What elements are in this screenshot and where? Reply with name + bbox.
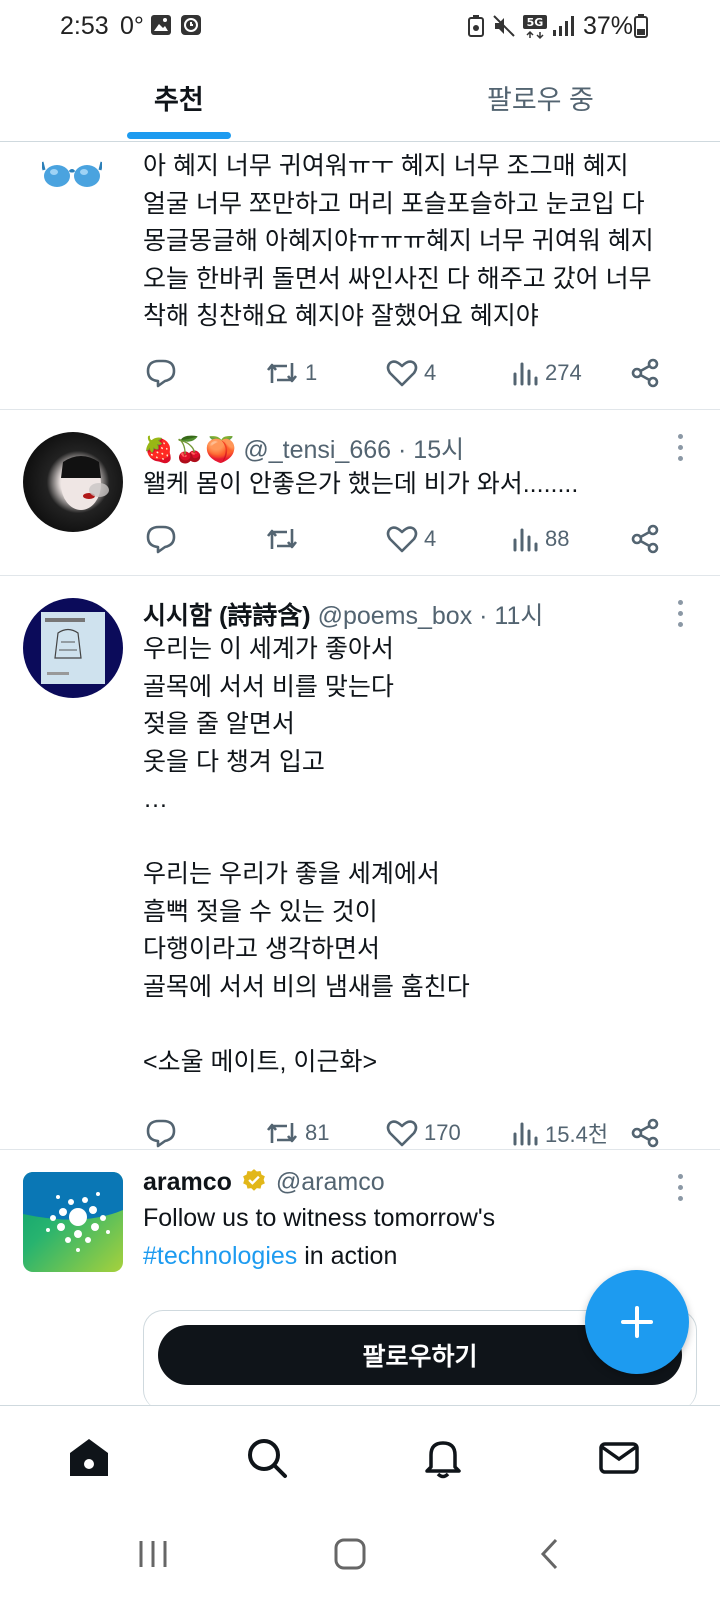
retweet-button[interactable]: 1 bbox=[265, 353, 317, 393]
retweet-count: 1 bbox=[305, 360, 318, 385]
home-icon[interactable] bbox=[67, 1436, 111, 1480]
avatar[interactable] bbox=[23, 432, 123, 532]
like-icon bbox=[386, 360, 418, 387]
recent-apps-icon[interactable] bbox=[135, 1537, 171, 1571]
user-handle[interactable]: @_tensi_666 bbox=[243, 436, 391, 464]
reply-button[interactable] bbox=[145, 519, 177, 559]
user-handle[interactable]: @poems_box bbox=[318, 602, 473, 630]
system-navigation bbox=[0, 1515, 720, 1600]
reply-icon bbox=[146, 525, 176, 554]
reply-icon bbox=[146, 1119, 176, 1148]
back-icon[interactable] bbox=[532, 1537, 568, 1571]
retweet-icon bbox=[266, 363, 298, 383]
like-icon bbox=[386, 526, 418, 553]
notifications-icon[interactable] bbox=[421, 1436, 465, 1480]
share-icon bbox=[631, 524, 659, 554]
views-icon bbox=[513, 528, 538, 552]
tweet-text: 왤케 몸이 안좋은가 했는데 비가 와서........ bbox=[143, 470, 579, 498]
share-button[interactable] bbox=[630, 1113, 660, 1153]
gallery-icon bbox=[151, 15, 171, 35]
views-icon bbox=[513, 1122, 538, 1146]
timeline-tabs: 추천 팔로우 중 bbox=[0, 52, 720, 142]
retweet-button[interactable]: 81 bbox=[265, 1113, 329, 1153]
tweet-actions: 4 88 bbox=[0, 519, 720, 559]
tab-recommended[interactable]: 추천 bbox=[154, 78, 204, 117]
views-icon bbox=[513, 362, 538, 386]
tweet-text-part: Follow us to witness tomorrow's bbox=[143, 1204, 496, 1232]
aramco-logo bbox=[23, 1172, 123, 1252]
avatar[interactable] bbox=[23, 598, 123, 698]
status-bar: 2:53 0° 5G 37% bbox=[0, 0, 720, 52]
like-button[interactable]: 4 bbox=[386, 519, 436, 559]
plus-icon bbox=[621, 1306, 653, 1338]
user-name[interactable]: 시시함 (詩詩含) bbox=[143, 602, 311, 630]
5g-icon: 5G bbox=[523, 15, 547, 40]
like-count: 170 bbox=[424, 1120, 461, 1145]
bottom-navigation bbox=[0, 1405, 720, 1515]
clock-app-icon bbox=[181, 15, 201, 35]
avatar-portrait bbox=[61, 456, 109, 510]
tweet-actions: 81 170 15.4천 bbox=[0, 1113, 720, 1153]
like-button[interactable]: 4 bbox=[386, 353, 436, 393]
user-name[interactable]: 🍓🍒🍑 bbox=[143, 436, 236, 464]
views-count: 15.4천 bbox=[545, 1122, 609, 1147]
home-system-icon[interactable] bbox=[332, 1537, 368, 1571]
reply-icon bbox=[146, 359, 176, 388]
svg-text:5G: 5G bbox=[527, 16, 544, 29]
retweet-button[interactable] bbox=[265, 519, 305, 559]
views-count: 274 bbox=[545, 360, 582, 385]
views-button[interactable]: 88 bbox=[511, 519, 569, 559]
like-count: 4 bbox=[424, 360, 437, 385]
recycle-icon bbox=[468, 15, 484, 37]
sunglasses-avatar-icon bbox=[42, 161, 102, 187]
share-button[interactable] bbox=[630, 519, 660, 559]
reply-button[interactable] bbox=[145, 353, 177, 393]
tweet-card[interactable]: 시시함 (詩詩含) @poems_box · 11시 우리는 이 세계가 좋아서… bbox=[0, 576, 720, 1150]
compose-button[interactable] bbox=[585, 1270, 689, 1374]
tweet-time[interactable]: · 15시 bbox=[398, 436, 464, 464]
like-count: 4 bbox=[424, 526, 437, 551]
like-button[interactable]: 170 bbox=[386, 1113, 461, 1153]
tweet-text-part: in action bbox=[297, 1241, 398, 1270]
user-handle[interactable]: @aramco bbox=[276, 1168, 385, 1196]
share-icon bbox=[631, 1118, 659, 1148]
more-options-icon[interactable] bbox=[678, 600, 684, 633]
hashtag-link[interactable]: #technologies bbox=[143, 1242, 297, 1270]
tweet-time[interactable]: · 11시 bbox=[479, 602, 543, 630]
more-options-icon[interactable] bbox=[678, 1174, 684, 1207]
reply-button[interactable] bbox=[145, 1113, 177, 1153]
retweet-count: 81 bbox=[305, 1120, 330, 1145]
battery-icon bbox=[634, 14, 648, 38]
retweet-icon bbox=[266, 529, 298, 549]
mute-icon bbox=[493, 15, 515, 37]
share-icon bbox=[631, 358, 659, 388]
tab-following[interactable]: 팔로우 중 bbox=[487, 78, 594, 117]
more-options-icon[interactable] bbox=[678, 434, 684, 467]
share-button[interactable] bbox=[630, 353, 660, 393]
battery-percent: 37% bbox=[583, 12, 634, 40]
retweet-icon bbox=[266, 1123, 298, 1143]
messages-icon[interactable] bbox=[597, 1436, 641, 1480]
signal-icon bbox=[553, 16, 574, 36]
tweet-text: Follow us to witness tomorrow's #technol… bbox=[143, 1200, 495, 1275]
views-button[interactable]: 15.4천 bbox=[511, 1113, 608, 1153]
verified-badge-icon bbox=[243, 1169, 265, 1191]
active-tab-indicator bbox=[127, 132, 231, 139]
status-time: 2:53 bbox=[60, 12, 109, 40]
views-count: 88 bbox=[545, 526, 570, 551]
tweet-text: 우리는 이 세계가 좋아서 골목에 서서 비를 맞는다 젖을 줄 알면서 옷을 … bbox=[143, 635, 470, 1076]
views-button[interactable]: 274 bbox=[511, 353, 582, 393]
book-cover-avatar bbox=[41, 612, 105, 684]
search-icon[interactable] bbox=[245, 1436, 289, 1480]
user-name[interactable]: aramco bbox=[143, 1168, 232, 1196]
avatar[interactable] bbox=[23, 1172, 123, 1272]
tweet-actions: 1 4 274 bbox=[0, 353, 720, 393]
tweet-text: 아 혜지 너무 귀여워ㅠㅜ 혜지 너무 조그매 혜지 얼굴 너무 쪼만하고 머리… bbox=[143, 152, 654, 330]
like-icon bbox=[386, 1120, 418, 1147]
status-temperature: 0° bbox=[120, 12, 144, 40]
